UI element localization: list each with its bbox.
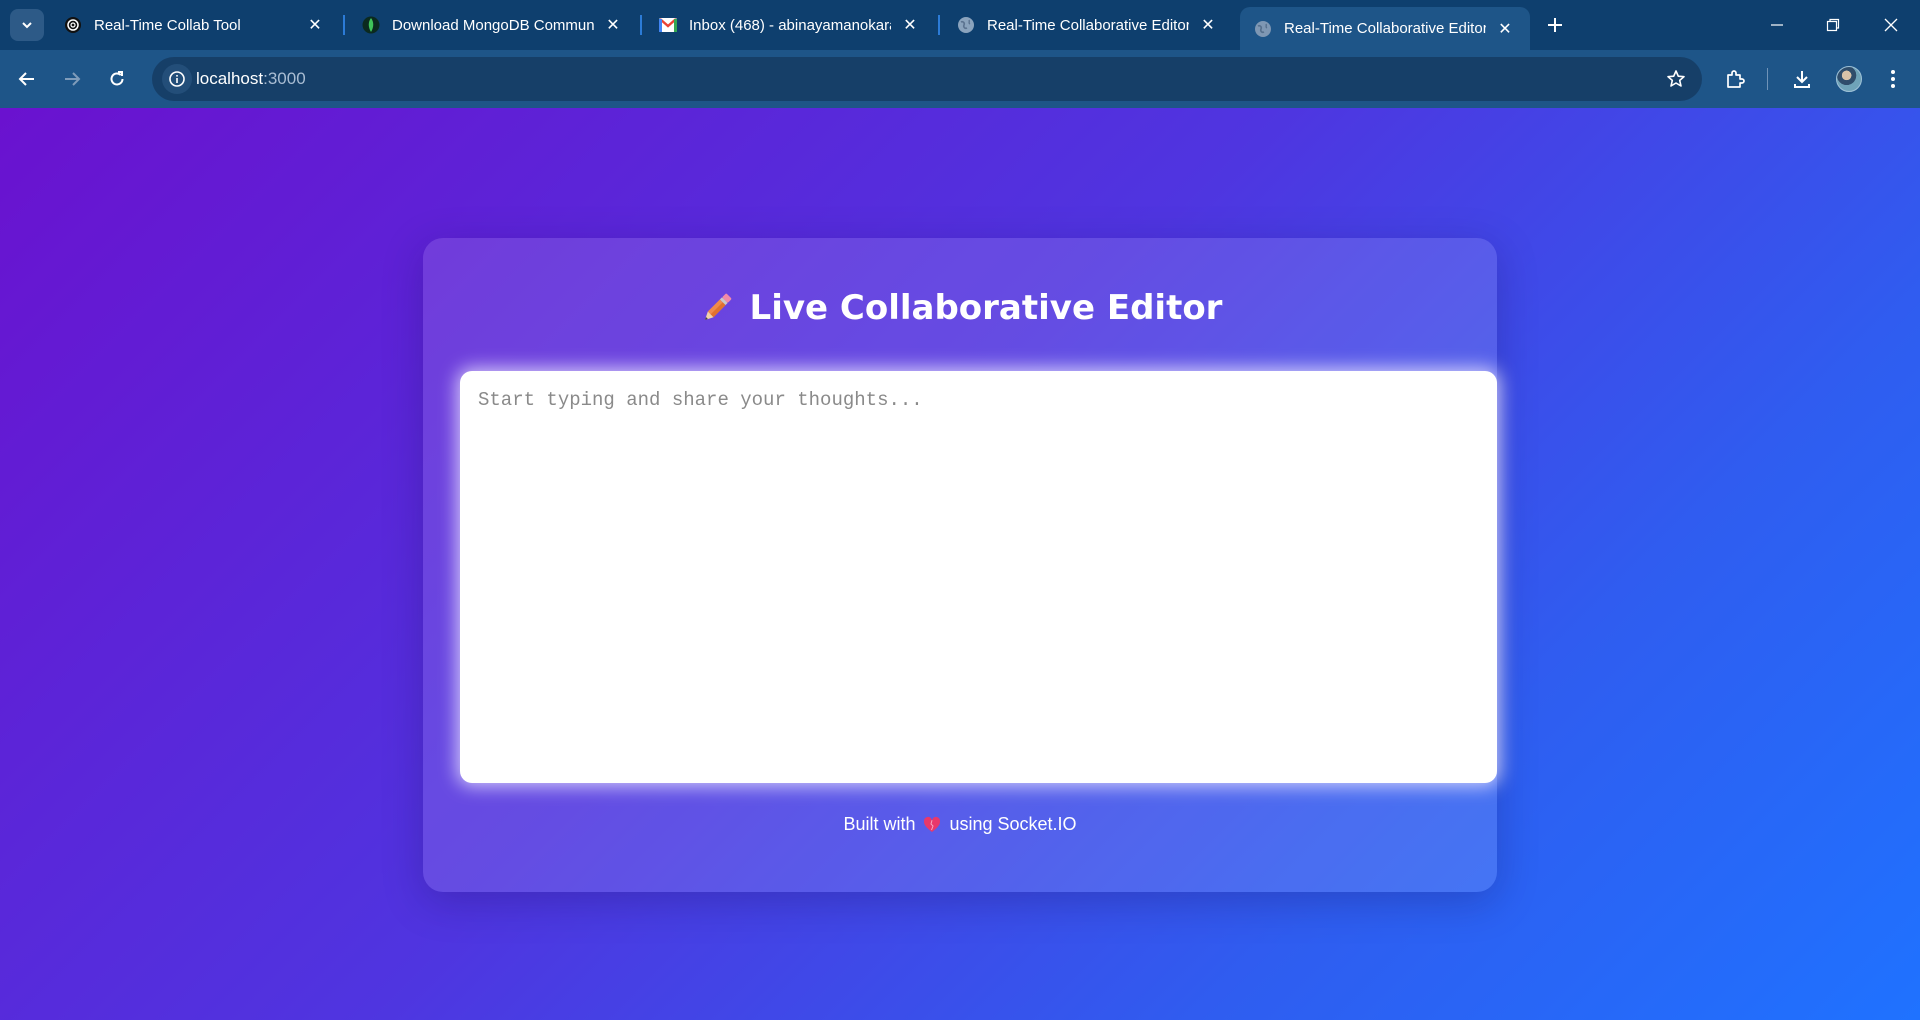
close-icon bbox=[1884, 18, 1898, 32]
more-vertical-icon bbox=[1891, 70, 1895, 88]
arrow-right-icon bbox=[65, 72, 81, 86]
back-button[interactable] bbox=[10, 62, 44, 96]
profile-avatar[interactable] bbox=[1836, 66, 1862, 92]
globe-icon bbox=[1254, 20, 1272, 38]
heart-icon bbox=[923, 816, 941, 834]
browser-tab-4[interactable]: Real-Time Collaborative Editor ✕ bbox=[943, 7, 1233, 43]
puzzle-icon bbox=[1727, 70, 1745, 88]
gmail-icon bbox=[659, 16, 677, 34]
tab-title: Real-Time Collaborative Editor bbox=[1284, 20, 1486, 37]
site-info-button[interactable] bbox=[162, 64, 192, 94]
footer-text-after: using Socket.IO bbox=[949, 814, 1077, 834]
restore-button[interactable] bbox=[1813, 8, 1853, 42]
downloads-button[interactable] bbox=[1785, 62, 1819, 96]
browser-menu-button[interactable] bbox=[1876, 62, 1910, 96]
footer-text-before: Built with bbox=[843, 814, 916, 834]
page-title-text: Live Collaborative Editor bbox=[749, 288, 1223, 328]
pencil-icon bbox=[698, 289, 736, 327]
address-bar[interactable]: localhost:3000 bbox=[152, 57, 1702, 101]
browser-tab-2[interactable]: Download MongoDB Communi ✕ bbox=[348, 7, 638, 43]
reload-icon bbox=[110, 71, 124, 86]
close-icon[interactable]: ✕ bbox=[899, 14, 921, 36]
toolbar-divider bbox=[1767, 68, 1768, 90]
page-title: Live Collaborative Editor bbox=[423, 288, 1497, 328]
browser-tab-1[interactable]: Real-Time Collab Tool ✕ bbox=[50, 7, 340, 43]
minimize-icon bbox=[1771, 24, 1783, 26]
tab-title: Download MongoDB Communi bbox=[392, 16, 594, 34]
url-text[interactable]: localhost:3000 bbox=[196, 69, 306, 89]
url-port: :3000 bbox=[263, 69, 306, 88]
extensions-button[interactable] bbox=[1718, 62, 1752, 96]
info-icon bbox=[169, 71, 185, 87]
close-icon[interactable]: ✕ bbox=[1197, 14, 1219, 36]
openai-icon bbox=[64, 16, 82, 34]
tab-separator bbox=[938, 15, 940, 35]
editor-card: Live Collaborative Editor Built with usi… bbox=[423, 238, 1497, 892]
tab-title: Inbox (468) - abinayamanokarar bbox=[689, 16, 891, 34]
tab-search-button[interactable] bbox=[10, 9, 44, 41]
close-icon[interactable]: ✕ bbox=[304, 14, 326, 36]
restore-icon bbox=[1826, 18, 1840, 32]
arrow-left-icon bbox=[18, 72, 34, 86]
close-icon[interactable]: ✕ bbox=[1494, 18, 1516, 40]
chevron-down-icon bbox=[22, 22, 32, 29]
tab-title: Real-Time Collab Tool bbox=[94, 16, 241, 34]
editor-textarea[interactable] bbox=[460, 371, 1497, 783]
tab-separator bbox=[640, 15, 642, 35]
mongodb-leaf-icon bbox=[362, 16, 380, 34]
url-host: localhost bbox=[196, 69, 264, 88]
forward-button[interactable] bbox=[55, 62, 89, 96]
download-icon bbox=[1794, 71, 1810, 88]
page-viewport: Live Collaborative Editor Built with usi… bbox=[0, 108, 1920, 1020]
browser-tab-5-active[interactable]: Real-Time Collaborative Editor ✕ bbox=[1240, 7, 1530, 50]
browser-tabstrip: Real-Time Collab Tool ✕ Download MongoDB… bbox=[0, 0, 1920, 50]
browser-toolbar: localhost:3000 bbox=[0, 50, 1920, 108]
bookmark-star-icon[interactable] bbox=[1664, 67, 1688, 91]
close-icon[interactable]: ✕ bbox=[602, 14, 624, 36]
footer-credit: Built with using Socket.IO bbox=[423, 814, 1497, 835]
tab-title: Real-Time Collaborative Editor bbox=[987, 16, 1189, 34]
plus-icon bbox=[1548, 18, 1562, 32]
close-window-button[interactable] bbox=[1871, 8, 1911, 42]
globe-icon bbox=[957, 16, 975, 34]
browser-tab-3[interactable]: Inbox (468) - abinayamanokarar ✕ bbox=[645, 7, 935, 43]
reload-button[interactable] bbox=[100, 62, 134, 96]
new-tab-button[interactable] bbox=[1540, 10, 1570, 40]
minimize-button[interactable] bbox=[1757, 8, 1797, 42]
tab-separator bbox=[343, 15, 345, 35]
